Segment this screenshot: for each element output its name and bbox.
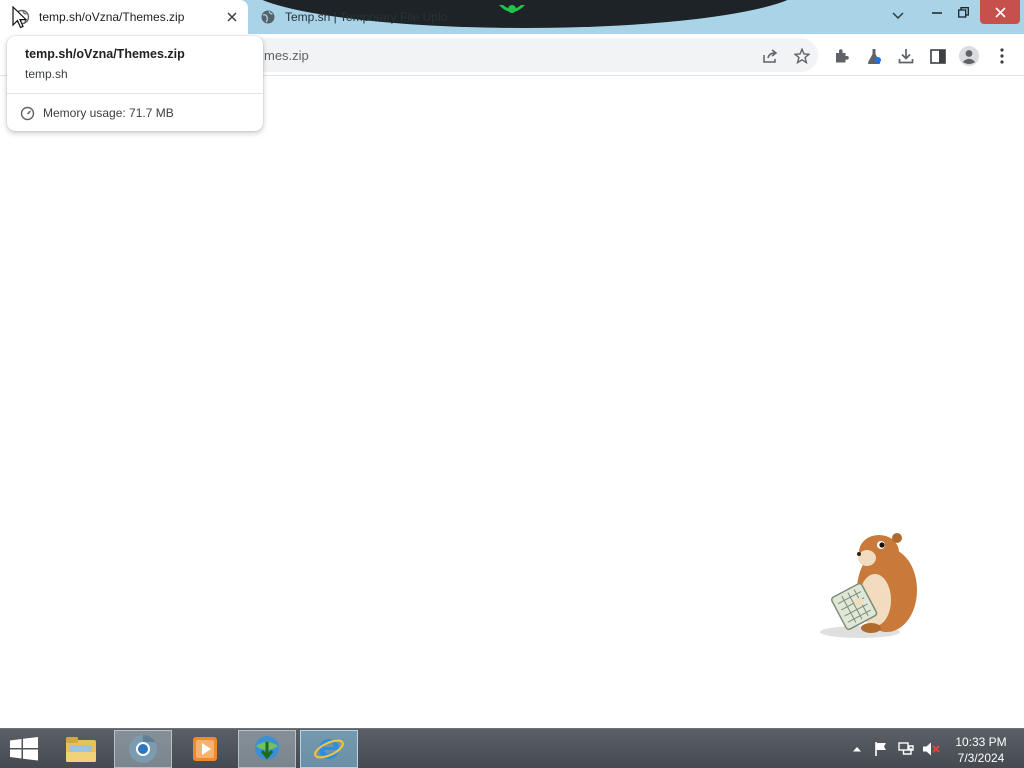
profile-icon[interactable]: [959, 46, 979, 66]
taskbar-internet-explorer[interactable]: [300, 730, 358, 768]
tab-search-button[interactable]: [884, 4, 912, 28]
close-icon: [227, 12, 237, 22]
download-icon[interactable]: [896, 46, 916, 66]
action-center-flag-icon[interactable]: [872, 739, 890, 759]
taskbar-file-explorer[interactable]: [52, 730, 110, 768]
file-explorer-icon: [66, 737, 96, 762]
taskbar-download-manager[interactable]: [238, 730, 296, 768]
windows-start-icon[interactable]: [8, 737, 40, 761]
tab-hover-card: temp.sh/oVzna/Themes.zip temp.sh Memory …: [7, 36, 263, 131]
overlay-green-icon: [499, 5, 525, 13]
clock-date: 7/3/2024: [957, 751, 1005, 765]
hover-card-domain: temp.sh: [25, 67, 68, 81]
tab-temp-sh[interactable]: Temp.sh | Temporary File Uplo: [248, 0, 460, 34]
media-player-icon: [193, 737, 217, 761]
minimize-button[interactable]: [924, 0, 950, 24]
tab-strip: temp.sh/oVzna/Themes.zip Temp.sh | Tempo…: [0, 0, 1024, 34]
show-hidden-icons-arrow[interactable]: [850, 739, 864, 759]
minimize-icon: [932, 12, 942, 14]
volume-muted-icon[interactable]: [921, 739, 941, 759]
internet-explorer-icon: [314, 738, 344, 759]
divider: [7, 93, 263, 94]
taskbar-media-player[interactable]: [176, 730, 234, 768]
bookmark-star-icon[interactable]: [792, 46, 812, 66]
share-icon[interactable]: [760, 46, 780, 66]
taskbar-chrome[interactable]: [114, 730, 172, 768]
restore-icon: [957, 6, 969, 18]
close-tab-button[interactable]: [224, 9, 240, 25]
chrome-icon: [129, 735, 157, 763]
mouse-cursor-icon: [12, 6, 28, 29]
tab-themes-zip[interactable]: temp.sh/oVzna/Themes.zip: [0, 0, 248, 34]
hover-card-title: temp.sh/oVzna/Themes.zip: [25, 47, 185, 61]
restore-button[interactable]: [950, 0, 976, 24]
side-panel-icon[interactable]: [928, 46, 948, 66]
clock-time: 10:33 PM: [955, 735, 1007, 749]
labs-flask-icon[interactable]: [864, 46, 884, 66]
close-icon: [994, 6, 1006, 18]
gauge-icon: [20, 106, 35, 121]
extensions-icon[interactable]: [832, 46, 852, 66]
hamster-mascot-image: [820, 533, 917, 638]
chevron-down-icon: [892, 12, 904, 20]
globe-icon: [261, 10, 275, 24]
hover-card-memory: Memory usage: 71.7 MB: [43, 106, 174, 120]
tab-title: Temp.sh | Temporary File Uplo: [285, 10, 448, 24]
taskbar-clock[interactable]: 10:33 PM 7/3/2024: [948, 734, 1014, 766]
download-manager-icon: [255, 736, 279, 760]
windows-taskbar: 10:33 PM 7/3/2024: [0, 728, 1024, 768]
network-icon[interactable]: [897, 739, 915, 759]
address-bar-url[interactable]: mes.zip: [264, 48, 309, 63]
menu-icon[interactable]: [992, 46, 1012, 66]
window-close-button[interactable]: [980, 0, 1020, 24]
tab-title: temp.sh/oVzna/Themes.zip: [39, 10, 185, 24]
